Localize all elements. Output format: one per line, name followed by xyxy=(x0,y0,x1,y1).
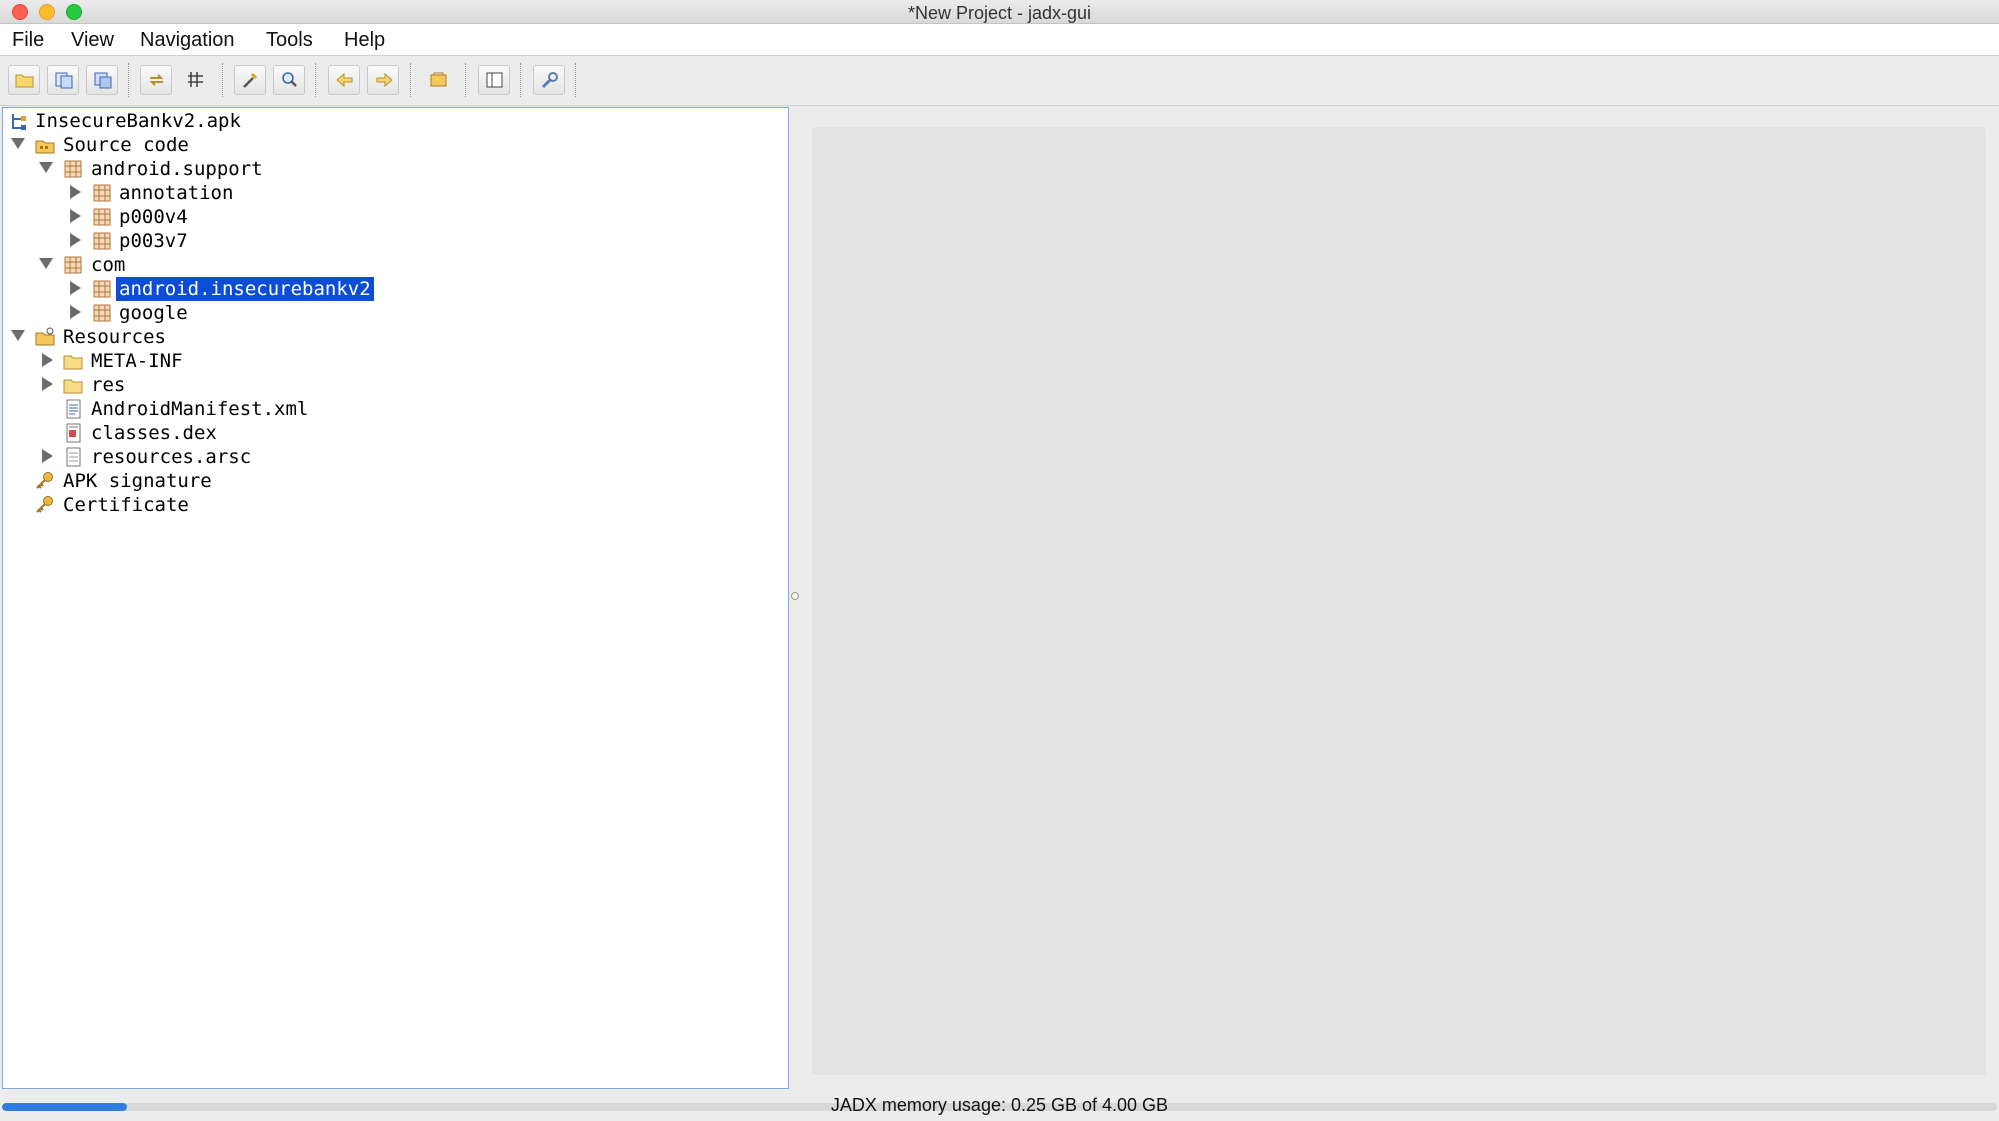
toolbar-separator xyxy=(128,63,129,97)
back-arrow-icon xyxy=(336,72,353,88)
collapse-toggle-icon[interactable] xyxy=(70,281,81,295)
preferences-button[interactable] xyxy=(533,65,565,95)
text-search-button[interactable] xyxy=(234,65,266,95)
tree-label: resources.arsc xyxy=(91,446,252,468)
class-search-button[interactable] xyxy=(273,65,305,95)
collapse-toggle-icon[interactable] xyxy=(42,377,53,391)
tree-label: Source code xyxy=(63,134,189,156)
tree-label: p003v7 xyxy=(119,230,188,252)
open-file-button[interactable] xyxy=(8,65,40,95)
tree-label: res xyxy=(91,374,126,396)
collapse-toggle-icon[interactable] xyxy=(42,353,53,367)
package-icon xyxy=(64,256,82,274)
toolbar-separator xyxy=(315,63,316,97)
forward-arrow-icon xyxy=(376,72,393,88)
menu-tools[interactable]: Tools xyxy=(266,29,313,52)
tree-label: android.support xyxy=(91,158,263,180)
folder-icon xyxy=(63,379,83,394)
split-pane-divider[interactable] xyxy=(789,107,800,1089)
tree-label: com xyxy=(91,254,126,276)
editor-area xyxy=(812,127,1986,1075)
sync-icon xyxy=(149,74,164,86)
apk-tree-icon xyxy=(12,114,26,130)
tree-label: Certificate xyxy=(63,494,189,516)
class-search-icon xyxy=(282,72,297,87)
dex-file-icon xyxy=(66,423,81,443)
toggle-panel-button[interactable] xyxy=(478,65,510,95)
xml-file-icon xyxy=(66,399,81,419)
back-button[interactable] xyxy=(328,65,360,95)
toolbar xyxy=(0,56,1999,106)
expand-toggle-icon[interactable] xyxy=(11,330,25,341)
package-icon xyxy=(93,184,111,202)
preferences-icon xyxy=(541,72,558,89)
tree-label: AndroidManifest.xml xyxy=(91,398,309,420)
memory-usage-text: JADX memory usage: 0.25 GB of 4.00 GB xyxy=(830,1095,1169,1115)
window-title: *New Project - jadx-gui xyxy=(907,3,1092,23)
tree-label: p000v4 xyxy=(119,206,188,228)
menu-file[interactable]: File xyxy=(12,29,44,52)
divider-grip-icon xyxy=(791,592,799,600)
tree-label: Resources xyxy=(63,326,166,348)
expand-toggle-icon[interactable] xyxy=(39,258,53,269)
tree-label: annotation xyxy=(119,182,234,204)
open-file-icon xyxy=(15,74,34,88)
menu-help[interactable]: Help xyxy=(344,29,385,52)
menu-view[interactable]: View xyxy=(71,29,114,52)
add-files-icon xyxy=(55,72,73,89)
resources-folder-icon xyxy=(35,327,55,346)
collapse-toggle-icon[interactable] xyxy=(42,449,53,463)
add-files-button[interactable] xyxy=(47,65,79,95)
collapse-toggle-icon[interactable] xyxy=(70,233,81,247)
collapse-toggle-icon[interactable] xyxy=(70,185,81,199)
log-viewer-icon xyxy=(430,72,447,87)
flatten-packages-button[interactable] xyxy=(181,65,213,95)
tree-label: classes.dex xyxy=(91,422,217,444)
tree-label: google xyxy=(119,302,188,324)
menu-navigation[interactable]: Navigation xyxy=(140,29,235,52)
key-icon xyxy=(36,472,53,489)
tree-label: META-INF xyxy=(91,350,183,372)
expand-toggle-icon[interactable] xyxy=(11,138,25,149)
folder-icon xyxy=(63,355,83,370)
toolbar-separator xyxy=(520,63,521,97)
menu-bar: File View Navigation Tools Help xyxy=(0,24,1999,56)
sync-button[interactable] xyxy=(140,65,172,95)
save-all-button[interactable] xyxy=(86,65,118,95)
save-all-icon xyxy=(94,72,112,89)
toolbar-separator xyxy=(465,63,466,97)
project-tree[interactable]: InsecureBankv2.apk Source code android.s… xyxy=(2,107,789,1089)
package-icon xyxy=(93,280,111,298)
package-icon xyxy=(93,232,111,250)
expand-toggle-icon[interactable] xyxy=(39,162,53,173)
title-bar: *New Project - jadx-gui xyxy=(0,0,1999,24)
tree-label: InsecureBankv2.apk xyxy=(35,110,241,132)
package-icon xyxy=(93,304,111,322)
tree-label: APK signature xyxy=(63,470,212,492)
tree-label-selected: android.insecurebankv2 xyxy=(116,277,374,301)
collapse-toggle-icon[interactable] xyxy=(70,305,81,319)
text-search-icon xyxy=(243,72,258,88)
key-icon xyxy=(36,496,53,513)
forward-button[interactable] xyxy=(367,65,399,95)
source-folder-icon xyxy=(35,140,55,154)
package-icon xyxy=(64,160,82,178)
package-icon xyxy=(93,208,111,226)
toggle-panel-icon xyxy=(486,72,503,88)
file-icon xyxy=(66,447,81,467)
flatten-packages-icon xyxy=(188,72,203,87)
log-viewer-button[interactable] xyxy=(423,65,455,95)
toolbar-separator xyxy=(222,63,223,97)
collapse-toggle-icon[interactable] xyxy=(70,209,81,223)
toolbar-separator xyxy=(410,63,411,97)
toolbar-separator xyxy=(575,63,576,97)
